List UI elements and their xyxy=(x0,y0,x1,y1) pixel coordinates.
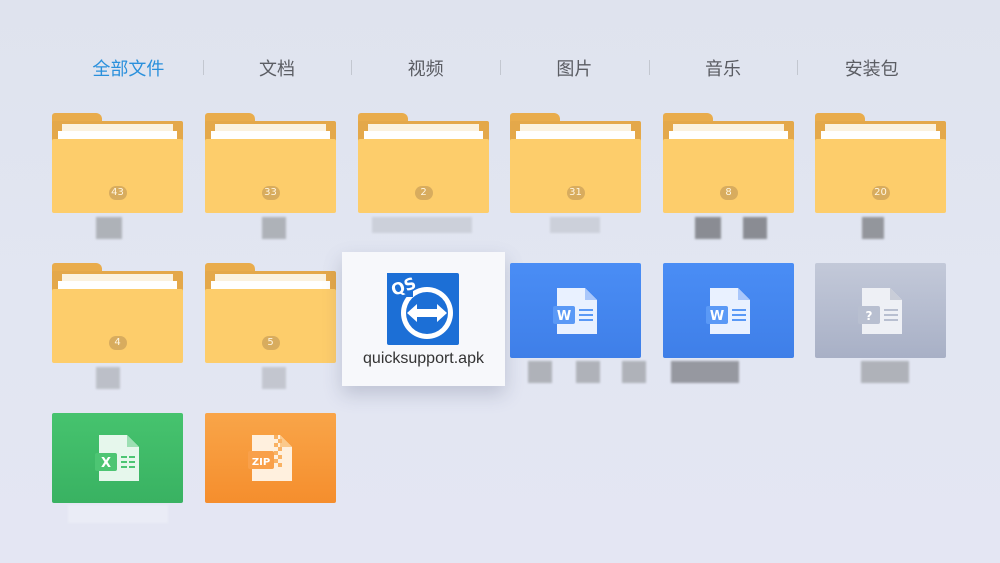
tab-packages[interactable]: 安装包 xyxy=(797,52,946,84)
tab-music[interactable]: 音乐 xyxy=(648,52,798,84)
folder-name-blurred xyxy=(96,367,120,389)
folder-name-blurred xyxy=(372,217,472,233)
category-tabs: 全部文件 文档 视频 图片 音乐 安装包 xyxy=(54,52,946,84)
file-tile-quicksupport-apk[interactable]: QS quicksupport.apk xyxy=(342,252,505,386)
folder-item-count: 31 xyxy=(566,186,585,200)
unknown-file-icon: ? xyxy=(857,287,902,334)
svg-text:W: W xyxy=(556,309,570,324)
file-tile-zip[interactable]: ZIP xyxy=(205,413,336,503)
file-name-blurred xyxy=(528,361,552,383)
tab-pictures[interactable]: 图片 xyxy=(500,52,649,84)
folder-name-blurred xyxy=(695,217,721,239)
folder-name-blurred xyxy=(262,217,286,239)
svg-text:?: ? xyxy=(865,309,872,323)
folder-tile[interactable]: 43 xyxy=(52,113,183,239)
folder-tile[interactable]: 33 xyxy=(205,113,336,239)
file-tile-word[interactable]: W xyxy=(663,263,794,383)
folder-item-count: 20 xyxy=(871,186,890,200)
svg-text:ZIP: ZIP xyxy=(251,457,269,468)
folder-name-blurred xyxy=(550,217,600,233)
excel-sheet-icon: X xyxy=(94,435,139,481)
folder-name-blurred xyxy=(262,367,286,389)
teamviewer-quicksupport-icon: QS xyxy=(387,273,459,345)
folder-name-blurred xyxy=(96,217,122,239)
folder-item-count: 5 xyxy=(261,336,280,350)
folder-item-count: 4 xyxy=(108,336,127,350)
folder-item-count: 33 xyxy=(261,186,280,200)
file-tile-excel[interactable]: X xyxy=(52,413,183,523)
file-name-blurred xyxy=(861,361,909,383)
tab-all-files[interactable]: 全部文件 xyxy=(54,52,203,84)
tab-videos[interactable]: 视频 xyxy=(351,52,500,84)
tab-documents[interactable]: 文档 xyxy=(202,52,352,84)
file-name: quicksupport.apk xyxy=(363,350,484,367)
file-name-blurred xyxy=(68,505,168,523)
file-name-blurred xyxy=(671,361,739,383)
folder-name-blurred xyxy=(743,217,767,239)
folder-tile[interactable]: 8 xyxy=(663,113,794,239)
zip-archive-icon: ZIP xyxy=(247,435,292,481)
folder-name-blurred xyxy=(862,217,884,239)
folder-item-count: 43 xyxy=(108,186,127,200)
file-name-blurred xyxy=(622,361,646,383)
folder-tile[interactable]: 31 xyxy=(510,113,641,233)
svg-text:X: X xyxy=(100,456,110,471)
folder-item-count: 2 xyxy=(414,186,433,200)
folder-item-count: 8 xyxy=(719,186,738,200)
folder-tile[interactable]: 2 xyxy=(358,113,489,233)
file-name-blurred xyxy=(576,361,600,383)
svg-text:W: W xyxy=(709,309,723,324)
word-doc-icon: W xyxy=(552,287,597,334)
folder-tile[interactable]: 5 xyxy=(205,263,336,389)
folder-tile[interactable]: 4 xyxy=(52,263,183,389)
word-doc-icon: W xyxy=(705,287,750,334)
folder-tile[interactable]: 20 xyxy=(815,113,946,239)
file-tile-word[interactable]: W xyxy=(510,263,646,383)
file-tile-unknown[interactable]: ? xyxy=(815,263,946,383)
